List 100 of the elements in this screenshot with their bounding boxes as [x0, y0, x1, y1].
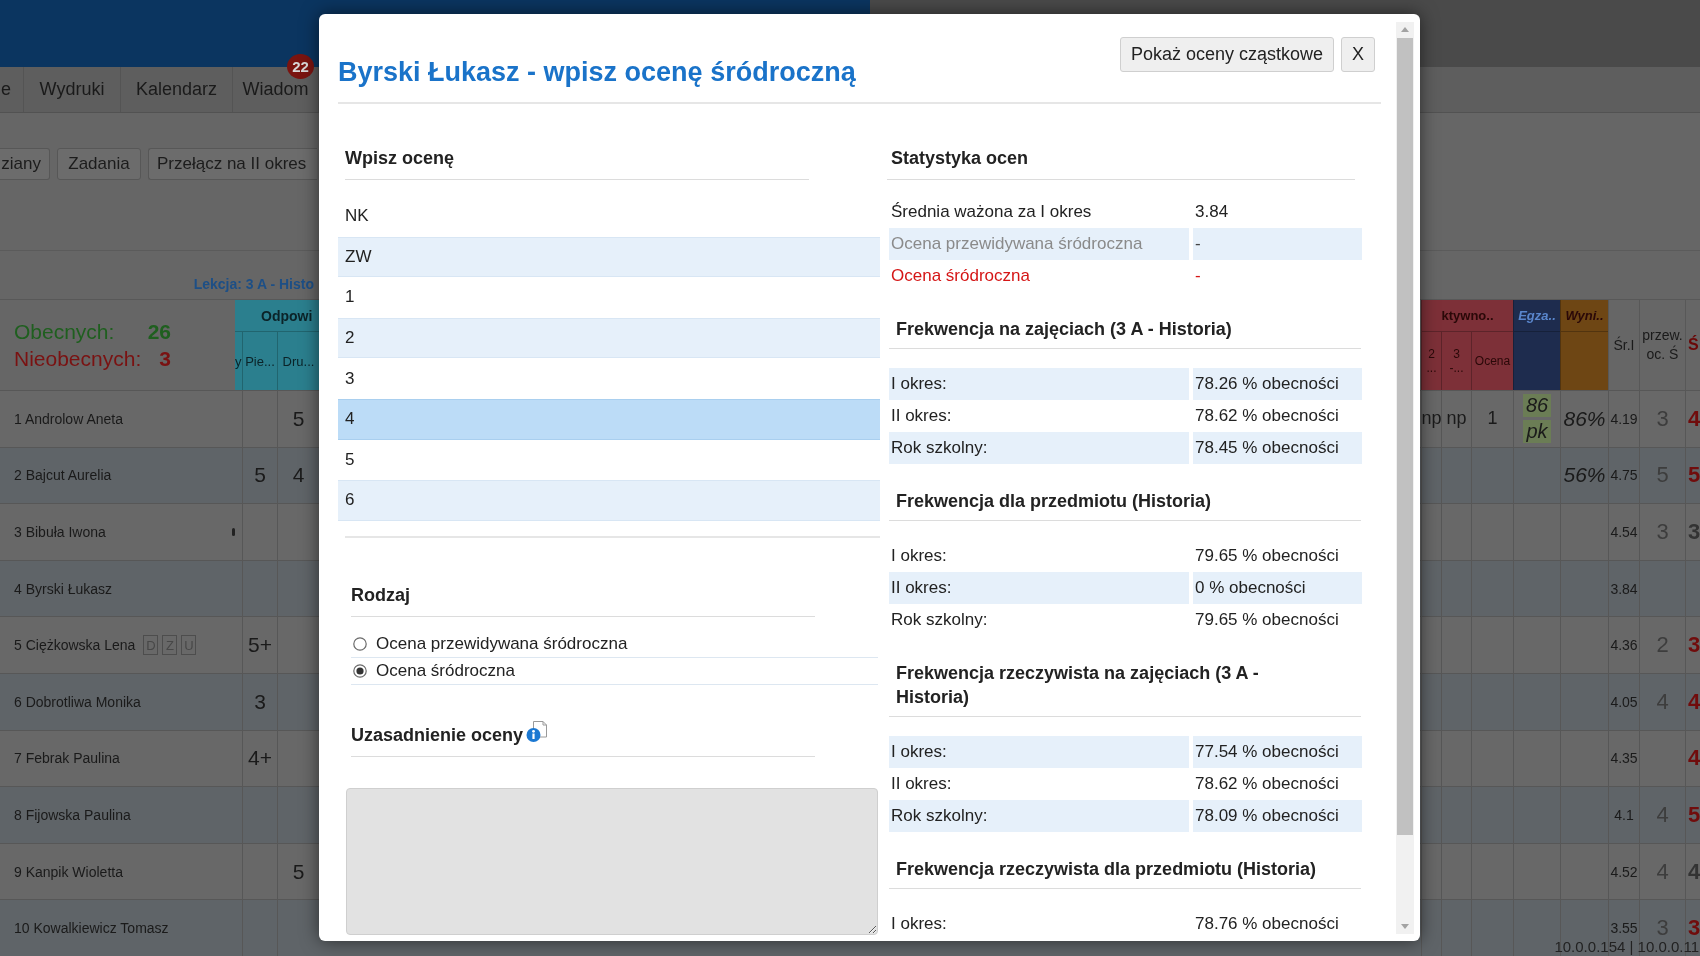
present-count: 26: [147, 319, 171, 345]
stat-value: 3.84: [1194, 201, 1230, 223]
attendance-label: Rok szkolny:: [889, 432, 1189, 464]
attendance-label: Rok szkolny:: [889, 800, 1189, 832]
stat-value: -: [1194, 265, 1202, 287]
absent-count: 3: [158, 346, 171, 372]
column-header: Ocena: [1471, 332, 1513, 390]
section-heading: Frekwencja na zajęciach (3 A - Historia): [896, 318, 1233, 341]
absent-label: Nieobecnych:: [14, 346, 143, 372]
exam-score: 86: [1522, 394, 1552, 418]
stat-value: -: [1193, 228, 1362, 260]
attendance-label: Rok szkolny:: [890, 609, 989, 631]
attendance-label: I okres:: [890, 913, 948, 935]
student-name: 6 Dobrotliwa Monika: [14, 693, 141, 710]
column-group-header: ktywno..: [1421, 300, 1513, 332]
dialog-title: Byrski Łukasz - wpisz ocenę śródroczną: [338, 56, 856, 89]
server-info: 10.0.0.154 | 10.0.0.11: [1554, 939, 1699, 955]
attendance-value: 78.62 % obecności: [1194, 405, 1340, 427]
grade-option[interactable]: 2: [338, 317, 880, 359]
column-group-header: Egza..: [1513, 300, 1560, 332]
close-button[interactable]: X: [1341, 37, 1375, 72]
attendance-label: II okres:: [890, 773, 953, 795]
result-percent: 56%: [1563, 463, 1606, 488]
lesson-label: Lekcja: 3 A - Histo: [193, 276, 314, 292]
nav-item[interactable]: Wiadom: [242, 79, 309, 100]
nav-item[interactable]: Wydruki: [39, 79, 105, 100]
attendance-value: 78.09 % obecności: [1193, 800, 1362, 832]
nav-item[interactable]: Kalendarz: [135, 79, 218, 100]
section-heading: Frekwencja dla przedmiotu (Historia): [896, 490, 1213, 513]
grade-option[interactable]: 3: [338, 358, 880, 399]
student-name: 4 Byrski Łukasz: [14, 580, 113, 597]
section-heading: Frekwencja rzeczywista dla przedmiotu (Historia): [896, 858, 1318, 881]
grade[interactable]: 4+: [248, 746, 272, 771]
grade[interactable]: 5: [292, 406, 305, 431]
attendance-label: II okres:: [889, 572, 1189, 604]
nav-item[interactable]: e: [1, 79, 11, 100]
column-header: 3 -...: [1441, 332, 1471, 390]
section-heading: Uzasadnienie oceny: [351, 723, 524, 747]
grade-option[interactable]: 1: [338, 277, 880, 318]
result-percent: 86%: [1563, 406, 1606, 431]
attendance-value: 79.65 % obecności: [1194, 609, 1340, 631]
average-grade: 4.75: [1610, 467, 1638, 484]
radio-button[interactable]: [353, 636, 367, 651]
grade-option[interactable]: NK: [338, 196, 880, 237]
grade-option[interactable]: 5: [338, 439, 880, 481]
student-name: 2 Bajcut Aurelia: [14, 467, 112, 484]
show-grades-button[interactable]: Pokaż oceny cząstkowe: [1119, 37, 1334, 72]
final-grade: 4: [1688, 405, 1700, 432]
activity-grade: 1: [1487, 408, 1498, 430]
grade[interactable]: 5+: [248, 633, 272, 658]
toolbar-button[interactable]: Zadania: [57, 148, 141, 180]
student-name: 10 Kowalkiewicz Tomasz: [14, 920, 169, 937]
column-header: Śr.I: [1613, 335, 1635, 355]
average-grade: 4.05: [1610, 693, 1638, 710]
grade[interactable]: 5: [254, 463, 266, 488]
section-heading: Wpisz ocenę: [345, 148, 455, 168]
attendance-value: 78.26 % obecności: [1193, 368, 1362, 400]
average-grade: 4.1: [1614, 806, 1634, 823]
attendance-label: I okres:: [889, 736, 1189, 768]
attendance-value: 78.45 % obecności: [1193, 432, 1362, 464]
average-grade: 3.84: [1610, 580, 1638, 597]
average-grade: 4.35: [1610, 750, 1638, 767]
activity-grade: np: [1421, 408, 1442, 430]
attendance-value: 0 % obecności: [1193, 572, 1362, 604]
toolbar-button[interactable]: ziany: [0, 148, 50, 180]
grade[interactable]: 3: [254, 689, 266, 714]
toolbar-button[interactable]: Przełącz na II okres: [148, 148, 317, 180]
average-grade: 4.36: [1610, 637, 1638, 654]
column-header: y: [235, 332, 242, 390]
grade-option[interactable]: 4: [338, 398, 880, 440]
option-label[interactable]: Ocena przewidywana śródroczna: [376, 633, 628, 654]
column-header: [1513, 332, 1560, 390]
student-name: 3 Bibuła Iwona: [14, 524, 106, 540]
info-icon[interactable]: [526, 719, 549, 743]
attendance-value: 77.54 % obecności: [1193, 736, 1362, 768]
grade-option[interactable]: 6: [338, 480, 880, 521]
justification-field[interactable]: [346, 787, 878, 935]
option-label[interactable]: Ocena śródroczna: [376, 660, 515, 681]
attendance-label: II okres:: [890, 405, 953, 427]
final-grade: 3: [1688, 915, 1700, 942]
grade-option[interactable]: ZW: [338, 236, 880, 278]
column-header: przew. oc. Ś: [1641, 326, 1684, 364]
section-heading: Rodzaj: [351, 584, 410, 605]
scrollbar-thumb[interactable]: [1397, 38, 1413, 835]
radio-button[interactable]: [353, 663, 367, 678]
column-header: [1560, 332, 1608, 390]
stat-label: Średnia ważona za I okres: [890, 201, 1093, 223]
column-header: Pie...: [242, 332, 277, 390]
student-name: 5 Ciężkowska Lena: [14, 637, 136, 654]
grade[interactable]: 5: [292, 859, 305, 884]
stat-label: Ocena śródroczna: [890, 265, 1031, 287]
final-grade: 3: [1688, 632, 1700, 659]
grade[interactable]: 4: [292, 463, 305, 488]
activity-grade: np: [1446, 408, 1467, 430]
student-name: 9 Kanpik Wioletta: [14, 863, 123, 880]
attendance-value: 78.62 % obecności: [1194, 773, 1340, 795]
column-header: Ś: [1688, 336, 1699, 354]
column-header: 2 ...: [1421, 332, 1441, 390]
attendance-label: I okres:: [890, 545, 948, 567]
column-group-header: Odpowi: [235, 300, 319, 332]
